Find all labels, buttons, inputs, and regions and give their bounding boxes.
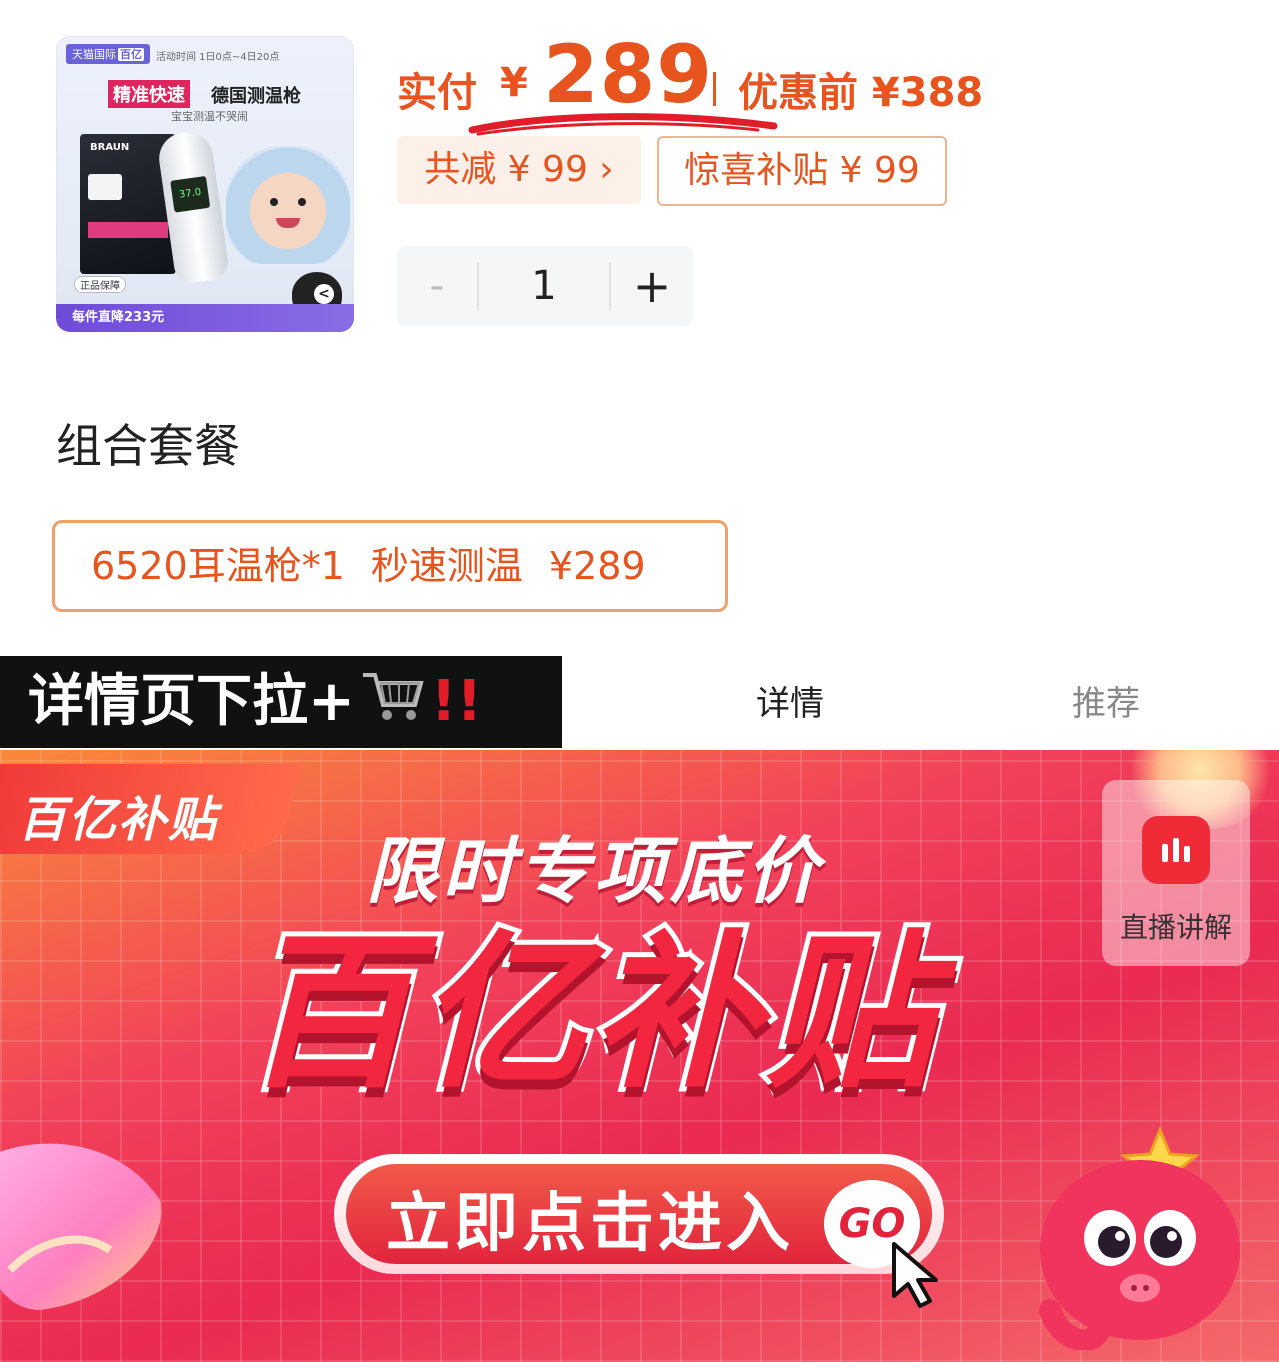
pay-currency: ¥ [500,60,528,106]
promo-main-title: 百亿补贴 [239,913,940,1113]
promo-enter-button[interactable]: 立即点击进入 GO [334,1154,944,1274]
live-bars-icon [1142,816,1210,884]
thermometer-display: 37.0 [170,175,211,213]
combo-option-button[interactable]: 6520耳温枪*1 秒速测温 ¥289 [52,520,728,612]
baby-eye-right [298,198,306,206]
product-thumbnail[interactable]: 天猫国际 百亿 活动时间 1日0点~4日20点 精准快速 德国测温枪 宝宝测温不哭… [56,36,354,332]
promo-corner-label: 百亿补贴 [18,792,219,848]
promo-subtitle: 限时专项底价 [366,829,823,913]
box-screen [88,174,122,200]
thumb-highlight: 精准快速 [108,80,190,108]
quantity-stepper: - 1 + [397,246,693,326]
combo-option-name: 6520耳温枪*1 [91,544,345,588]
promo-cta-label: 立即点击进入 [386,1187,794,1261]
promo-cta-inner: 立即点击进入 GO [346,1164,932,1268]
total-reduce-button[interactable]: 共减 ¥ 99 › [397,136,641,204]
surprise-subsidy-tag: 惊喜补贴 ¥ 99 [657,136,947,206]
baby-mouth [276,218,300,228]
drop-strip: 每件直降233元 [56,304,354,332]
price-separator [713,72,716,106]
live-explain-button[interactable]: 直播讲解 [1102,780,1250,966]
tab-detail[interactable]: 详情 [756,676,824,725]
octopus-mascot-icon [1039,1126,1240,1350]
handdrawn-underline [468,113,778,136]
baby-image [226,146,350,264]
box-brand: BRAUN [90,142,130,153]
baby-eye-left [270,198,278,206]
quantity-minus-button[interactable]: - [397,246,477,326]
pay-label: 实付 [397,70,477,116]
thumb-headline: 德国测温枪 [211,86,301,107]
box-stripe [88,222,168,238]
promo-banner[interactable]: 百亿补贴 限时专项底价 百亿补贴 立即点击进入 GO 直播讲解 [0,750,1279,1362]
pay-amount: 289 [543,28,713,121]
combo-option-feature: 秒速测温 [370,544,523,588]
quantity-plus-button[interactable]: + [611,246,693,326]
pull-down-banner: 详情页下拉+ !! [0,656,562,748]
pull-down-text: 详情页下拉+ [28,669,355,734]
quantity-input[interactable]: 1 [479,246,609,326]
tab-recommend[interactable]: 推荐 [1072,676,1140,725]
shopping-cart-icon [361,659,425,751]
combo-title: 组合套餐 [56,419,240,473]
activity-time: 活动时间 1日0点~4日20点 [156,52,280,63]
thumb-subline: 宝宝测温不哭闹 [171,110,248,123]
cursor-arrow-icon [892,1242,938,1308]
exclamation-marks: !! [430,669,482,734]
combo-option-price: ¥289 [548,544,646,588]
gem-decoration-icon [0,1143,162,1310]
genuine-badge: 正品保障 [74,276,126,293]
tmall-badge: 天猫国际 百亿 [66,44,150,64]
live-explain-label: 直播讲解 [1119,911,1232,944]
